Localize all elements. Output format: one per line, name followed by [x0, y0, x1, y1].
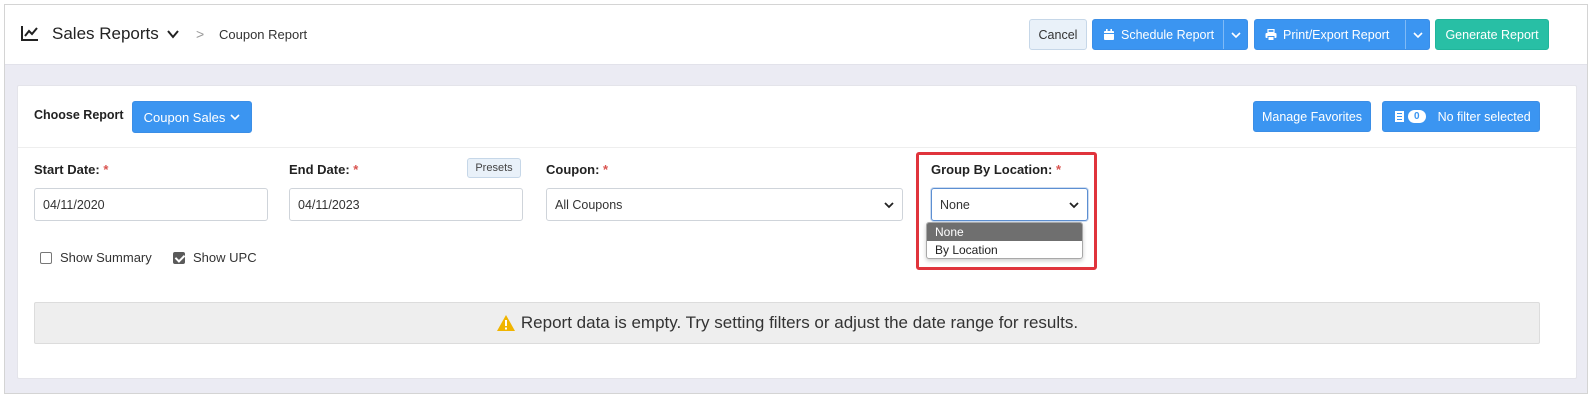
filter-status-label: No filter selected: [1437, 109, 1531, 124]
empty-report-notice: Report data is empty. Try setting filter…: [34, 302, 1540, 344]
report-toolbar: Choose Report Coupon Sales Manage Favori…: [18, 86, 1576, 148]
print-dropdown-toggle[interactable]: [1405, 20, 1429, 49]
start-date-label: Start Date: *: [34, 162, 109, 177]
presets-button[interactable]: Presets: [467, 158, 521, 178]
coupon-label: Coupon: *: [546, 162, 609, 177]
line-chart-icon: [21, 26, 38, 41]
coupon-select[interactable]: All Coupons: [546, 188, 903, 221]
print-export-label: Print/Export Report: [1283, 27, 1390, 42]
chevron-down-icon[interactable]: [167, 29, 179, 39]
filter-count-badge: 0: [1408, 110, 1426, 123]
end-date-field[interactable]: 04/11/2023: [289, 188, 523, 221]
empty-report-message: Report data is empty. Try setting filter…: [520, 313, 1079, 332]
report-select-label: Coupon Sales: [143, 109, 226, 125]
page-header: Sales Reports > Coupon Report Cancel Sch…: [5, 5, 1587, 65]
chevron-down-icon: [1412, 31, 1423, 38]
manage-favorites-button[interactable]: Manage Favorites: [1253, 101, 1371, 132]
breadcrumb-separator: >: [196, 26, 205, 42]
cancel-button[interactable]: Cancel: [1029, 19, 1087, 50]
filter-list-icon: [1395, 111, 1404, 122]
show-upc-checkbox[interactable]: Show UPC: [173, 250, 257, 265]
breadcrumb-current: Coupon Report: [219, 27, 308, 42]
schedule-dropdown-toggle[interactable]: [1223, 20, 1247, 49]
schedule-report-button[interactable]: Schedule Report: [1092, 19, 1248, 50]
schedule-report-label: Schedule Report: [1121, 27, 1215, 42]
start-date-field[interactable]: 04/11/2020: [34, 188, 268, 221]
report-card: Choose Report Coupon Sales Manage Favori…: [17, 85, 1577, 379]
calendar-icon: [1104, 28, 1114, 40]
manage-favorites-label: Manage Favorites: [1261, 109, 1363, 124]
required-mark: *: [103, 162, 109, 177]
printer-icon: [1265, 28, 1277, 41]
dropdown-option-none[interactable]: None: [927, 223, 1082, 241]
show-summary-checkbox[interactable]: Show Summary: [40, 250, 152, 265]
app-frame: Sales Reports > Coupon Report Cancel Sch…: [4, 4, 1588, 394]
required-mark: *: [353, 162, 359, 177]
filter-status-button[interactable]: 0 No filter selected: [1382, 101, 1540, 132]
chevron-down-icon: [1230, 31, 1241, 38]
cancel-button-label: Cancel: [1038, 27, 1078, 42]
page-title[interactable]: Sales Reports: [52, 24, 159, 44]
checkbox-unchecked[interactable]: [40, 251, 52, 264]
dropdown-option-by-location[interactable]: By Location: [927, 241, 1082, 258]
report-select-button[interactable]: Coupon Sales: [132, 101, 252, 133]
checkbox-checked[interactable]: [173, 251, 185, 264]
print-export-button[interactable]: Print/Export Report: [1254, 19, 1430, 50]
chevron-down-icon: [230, 114, 240, 121]
end-date-label: End Date: *: [289, 162, 359, 177]
chevron-down-icon: [884, 202, 894, 209]
required-mark: *: [603, 162, 609, 177]
group-by-location-options: None By Location: [926, 222, 1083, 259]
choose-report-label: Choose Report: [34, 108, 124, 122]
warning-icon: [496, 315, 515, 331]
generate-report-button[interactable]: Generate Report: [1435, 19, 1549, 50]
generate-report-label: Generate Report: [1445, 27, 1539, 42]
